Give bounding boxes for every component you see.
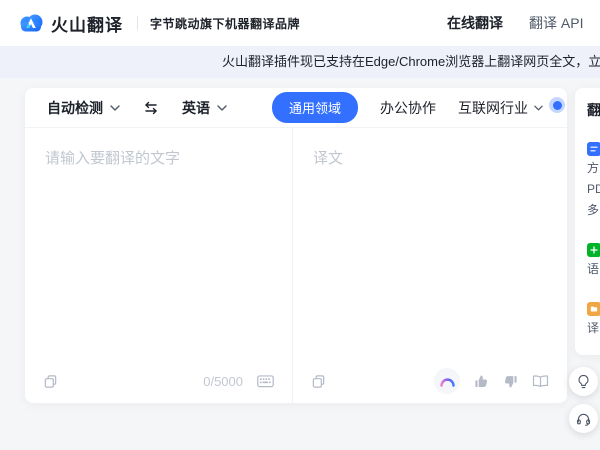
target-language-select[interactable]: 英语 [176,94,233,122]
translator-panes: 0/5000 [25,128,567,403]
source-pane-footer: 0/5000 [25,368,292,394]
add-green-icon [587,243,600,257]
dictionary-icon[interactable] [532,374,549,388]
sidebar-item-line: 语 [587,259,600,280]
sidebar-item-line: 译 [587,318,600,339]
headset-icon [576,412,591,426]
sidebar-item-line: 方 [587,158,600,179]
nav-item-online-translate[interactable]: 在线翻译 [447,13,503,33]
gradient-arch-icon [439,375,456,387]
folder-orange-icon [587,302,600,316]
source-text-input[interactable] [25,128,292,348]
nav-item-translate-api[interactable]: 翻译 API [529,13,583,33]
virtual-keyboard-icon[interactable] [257,375,274,388]
sidebar-item-document[interactable]: 方 PD 多 [587,140,600,221]
brand-divider [137,16,138,30]
swap-arrows-icon [142,101,160,115]
domain-tabs: 通用领域 办公协作 互联网行业 [272,88,543,127]
promo-banner-text: 火山翻译插件现已支持在Edge/Chrome浏览器上翻译网页全文，立即安装体验吧 [222,46,600,78]
thumbs-down-icon[interactable] [503,374,518,389]
sidebar-title: 翻译 [587,100,600,120]
tab-internet-industry-label: 互联网行业 [458,98,528,118]
promo-banner[interactable]: 火山翻译插件现已支持在Edge/Chrome浏览器上翻译网页全文，立即安装体验吧 [0,46,600,78]
target-language-label: 英语 [182,98,210,118]
tab-general-domain[interactable]: 通用领域 [272,92,358,123]
brand-logo[interactable]: 火山翻译 [18,10,123,36]
translation-output-placeholder: 译文 [293,128,567,187]
chevron-down-icon [217,105,227,111]
sidebar-item-line: 多 [587,200,600,221]
chevron-down-icon [110,105,120,111]
volcano-logo-icon [18,10,44,36]
sidebar-item-glossary[interactable]: 译 [587,300,600,339]
source-pane: 0/5000 [25,128,292,403]
lightbulb-icon [577,374,590,389]
source-language-select[interactable]: 自动检测 [41,94,126,122]
right-sidebar: 翻译 方 PD 多 语 译 [575,88,600,355]
customer-support-button[interactable] [569,404,598,433]
swap-languages-button[interactable] [140,99,162,117]
output-pane: 译文 [293,128,567,403]
source-language-label: 自动检测 [47,98,103,118]
doc-blue-icon [587,142,600,156]
thumbs-up-icon[interactable] [474,374,489,389]
source-footer-right: 0/5000 [203,374,274,389]
top-nav: 在线翻译 翻译 API 视频翻译 [447,0,600,46]
copy-source-icon[interactable] [43,374,58,389]
output-pane-footer [293,368,567,394]
sidebar-item-line: PD [587,179,600,200]
sidebar-item-languages[interactable]: 语 [587,241,600,280]
brand-tagline: 字节跳动旗下机器翻译品牌 [150,15,300,32]
char-counter: 0/5000 [203,374,243,389]
chevron-down-icon [534,105,543,111]
output-footer-right [434,368,549,394]
brand-name: 火山翻译 [51,11,123,36]
translator-card: 自动检测 英语 [25,88,567,403]
copy-output-icon[interactable] [311,374,326,389]
translator-toolbar: 自动检测 英语 [25,88,567,128]
tips-button[interactable] [569,367,598,396]
header: 火山翻译 字节跳动旗下机器翻译品牌 在线翻译 翻译 API 视频翻译 [0,0,600,46]
tab-office-collaboration[interactable]: 办公协作 [380,98,436,118]
tab-internet-industry[interactable]: 互联网行业 [458,98,543,118]
blue-indicator-dot[interactable] [549,97,565,113]
rate-translation-button[interactable] [434,368,460,394]
page: 火山翻译 字节跳动旗下机器翻译品牌 在线翻译 翻译 API 视频翻译 火山翻译插… [0,0,600,450]
